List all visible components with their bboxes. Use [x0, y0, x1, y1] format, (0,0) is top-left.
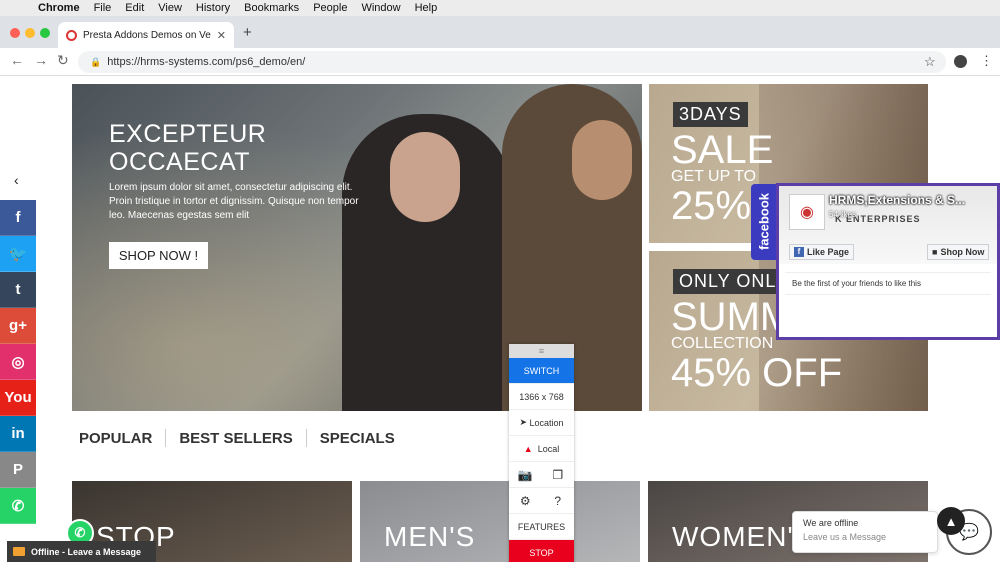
page-logo-icon: ◉	[789, 194, 825, 230]
windows-icon[interactable]: ❐	[542, 462, 575, 487]
social-share-bar: f 🐦 t g+ ◎ You in P ✆	[0, 200, 36, 524]
menu-edit[interactable]: Edit	[125, 2, 144, 14]
shop-now-fb-button[interactable]: ■ Shop Now	[927, 244, 990, 260]
location-arrow-icon: ➤	[519, 417, 530, 427]
menu-file[interactable]: File	[94, 2, 112, 14]
instagram-icon[interactable]: ◎	[0, 344, 36, 380]
twitter-icon[interactable]: 🐦	[0, 236, 36, 272]
browser-menu-icon[interactable]: ⋮	[980, 53, 993, 69]
banner-sale-tag: 3DAYS	[673, 102, 748, 127]
close-tab-icon[interactable]: ✕	[217, 29, 226, 42]
tumblr-icon[interactable]: t	[0, 272, 36, 308]
facebook-tab[interactable]: facebook	[751, 184, 777, 260]
banner-summer-pct: 45% OFF	[671, 351, 843, 395]
bookmark-star-icon[interactable]: ☆	[924, 54, 936, 70]
mac-menubar: Chrome File Edit View History Bookmarks …	[0, 0, 1000, 16]
facebook-page-name[interactable]: HRMS,Extensions & S...	[829, 193, 965, 207]
tab-popular[interactable]: POPULAR	[79, 430, 152, 447]
product-tabs: POPULAR BEST SELLERS SPECIALS	[79, 429, 395, 447]
url-text: https://hrms-systems.com/ps6_demo/en/	[107, 56, 306, 68]
favicon-icon	[66, 29, 77, 41]
banner-sale-title: SALE	[671, 128, 774, 172]
account-icon[interactable]	[954, 55, 967, 68]
switch-button[interactable]: SWITCH	[509, 358, 574, 384]
tab-title: Presta Addons Demos on Vers	[83, 29, 211, 41]
menu-window[interactable]: Window	[361, 2, 400, 14]
facebook-friends-text: Be the first of your friends to like thi…	[785, 272, 991, 295]
camera-icon[interactable]: 📷	[509, 462, 542, 487]
stop-button[interactable]: STOP	[509, 540, 574, 562]
help-question-icon[interactable]: ?	[542, 488, 575, 513]
tab-specials[interactable]: SPECIALS	[320, 430, 395, 447]
menu-app-name[interactable]: Chrome	[38, 2, 80, 14]
offline-subtitle: Leave us a Message	[803, 532, 887, 542]
features-button[interactable]: FEATURES	[509, 514, 574, 540]
new-tab-icon[interactable]: +	[243, 24, 252, 41]
tab-best-sellers[interactable]: BEST SELLERS	[179, 430, 292, 447]
forward-arrow-icon[interactable]: →	[34, 52, 48, 68]
menu-history[interactable]: History	[196, 2, 230, 14]
banner-summer-tag: ONLY ONLI	[673, 269, 789, 294]
hero-heading: EXCEPTEUR OCCAECAT	[109, 120, 267, 176]
banner-sale-pct: 25%	[671, 184, 752, 228]
web-page: EXCEPTEUR OCCAECAT Lorem ipsum dolor sit…	[0, 77, 1000, 562]
collapse-social-chevron-icon[interactable]: ‹	[14, 172, 19, 188]
facebook-f-icon: f	[794, 247, 804, 257]
close-window-button[interactable]	[10, 28, 20, 38]
reload-icon[interactable]: ↻	[57, 52, 69, 69]
banner-summer-title: SUMM	[671, 295, 794, 339]
warning-icon: ▲	[523, 443, 538, 454]
pinterest-icon[interactable]: P	[0, 452, 36, 488]
minimize-window-button[interactable]	[25, 28, 35, 38]
address-bar[interactable]: 🔒 https://hrms-systems.com/ps6_demo/en/	[78, 51, 946, 73]
scroll-top-icon[interactable]: ▲	[937, 507, 965, 535]
location-option[interactable]: ➤ Location	[509, 410, 574, 436]
googleplus-icon[interactable]: g+	[0, 308, 36, 344]
linkedin-icon[interactable]: in	[0, 416, 36, 452]
drag-handle-icon[interactable]: ≡	[509, 344, 574, 358]
resolution-option[interactable]: 1366 x 768	[509, 384, 574, 410]
like-page-button[interactable]: f Like Page	[789, 244, 855, 260]
offline-message-bar[interactable]: Offline - Leave a Message	[7, 541, 156, 562]
menu-people[interactable]: People	[313, 2, 347, 14]
device-switcher-widget: ≡ SWITCH 1366 x 768 ➤ Location ▲ Local 📷…	[509, 344, 574, 562]
whatsapp-icon[interactable]: ✆	[0, 488, 36, 524]
offline-chat-popup[interactable]: We are offline Leave us a Message	[792, 511, 938, 553]
menu-help[interactable]: Help	[415, 2, 438, 14]
offline-title: We are offline	[803, 518, 859, 528]
menu-bookmarks[interactable]: Bookmarks	[244, 2, 299, 14]
tab-strip: Presta Addons Demos on Vers ✕ +	[0, 16, 1000, 48]
shopping-bag-icon: ■	[932, 247, 938, 257]
youtube-icon[interactable]: You	[0, 380, 36, 416]
hero-body-text: Lorem ipsum dolor sit amet, consectetur …	[109, 182, 359, 221]
facebook-cover[interactable]: K ENTERPRISES ◉ HRMS,Extensions & S... 5…	[779, 186, 997, 264]
envelope-icon	[13, 547, 25, 556]
back-arrow-icon[interactable]: ←	[10, 52, 24, 68]
zoom-window-button[interactable]	[40, 28, 50, 38]
shop-now-button[interactable]: SHOP NOW !	[109, 242, 208, 269]
facebook-likes-count: 54 likes	[829, 210, 857, 219]
facebook-page-plugin: K ENTERPRISES ◉ HRMS,Extensions & S... 5…	[776, 183, 1000, 340]
facebook-icon[interactable]: f	[0, 200, 36, 236]
browser-toolbar: ← → ↻ 🔒 https://hrms-systems.com/ps6_dem…	[0, 48, 1000, 76]
settings-gear-icon[interactable]: ⚙	[509, 488, 542, 513]
category-thumb-mens[interactable]: MEN'S	[360, 481, 640, 562]
lock-icon: 🔒	[90, 56, 102, 67]
menu-view[interactable]: View	[158, 2, 182, 14]
browser-tab[interactable]: Presta Addons Demos on Vers ✕	[58, 22, 234, 48]
local-option[interactable]: ▲ Local	[509, 436, 574, 462]
